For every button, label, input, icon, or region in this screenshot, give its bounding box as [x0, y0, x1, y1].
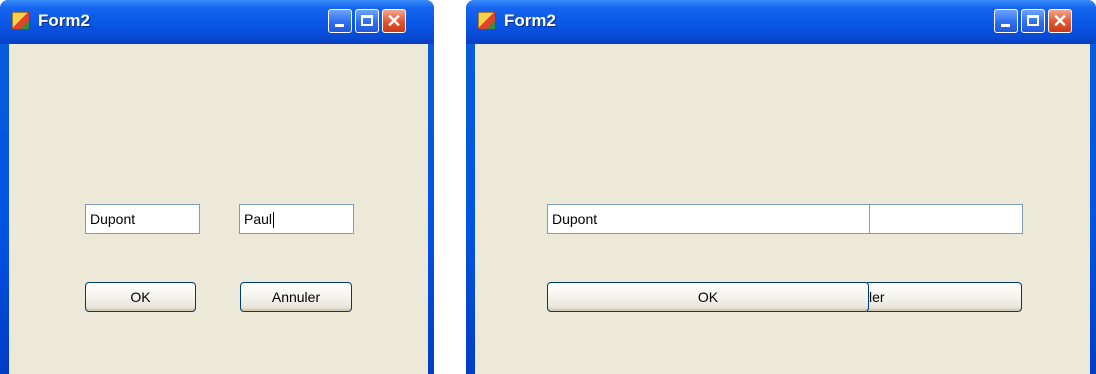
- close-icon: ✕: [386, 11, 402, 31]
- maximize-button[interactable]: [1021, 9, 1045, 33]
- form2-window-right: Form2 ✕ Dupont ler OK: [466, 0, 1096, 374]
- last-name-textbox[interactable]: Dupont: [85, 204, 200, 234]
- ok-button[interactable]: OK: [85, 282, 196, 312]
- first-name-value: Paul: [244, 211, 273, 227]
- maximize-button[interactable]: [355, 9, 379, 33]
- title-bar[interactable]: Form2 ✕: [466, 0, 1096, 44]
- first-name-textbox[interactable]: Paul: [239, 204, 354, 234]
- app-icon: [478, 12, 496, 30]
- ok-button[interactable]: OK: [547, 282, 869, 312]
- form2-window-left: Form2 ✕ Dupont Paul OK Annuler: [0, 0, 434, 374]
- text-caret: [273, 212, 275, 229]
- close-button[interactable]: ✕: [1048, 9, 1072, 33]
- maximize-icon: [1027, 15, 1039, 26]
- window-title: Form2: [38, 11, 90, 30]
- maximize-icon: [361, 15, 373, 26]
- last-name-value: Dupont: [552, 211, 598, 227]
- title-bar[interactable]: Form2 ✕: [0, 0, 434, 44]
- minimize-button[interactable]: [328, 9, 352, 33]
- form-client-area: Dupont Paul OK Annuler: [9, 44, 428, 374]
- last-name-value: Dupont: [90, 211, 136, 227]
- last-name-textbox[interactable]: Dupont: [547, 204, 870, 234]
- window-title: Form2: [504, 11, 556, 30]
- minimize-icon: [1001, 24, 1010, 27]
- cancel-button[interactable]: Annuler: [240, 282, 352, 312]
- close-icon: ✕: [1052, 11, 1068, 31]
- first-name-textbox[interactable]: [869, 204, 1023, 234]
- app-icon: [12, 12, 30, 30]
- minimize-button[interactable]: [994, 9, 1018, 33]
- minimize-icon: [335, 24, 344, 27]
- cancel-button[interactable]: ler: [867, 282, 1022, 312]
- cancel-button-fragment: ler: [869, 289, 885, 305]
- close-button[interactable]: ✕: [382, 9, 406, 33]
- form-client-area: Dupont ler OK: [475, 44, 1090, 374]
